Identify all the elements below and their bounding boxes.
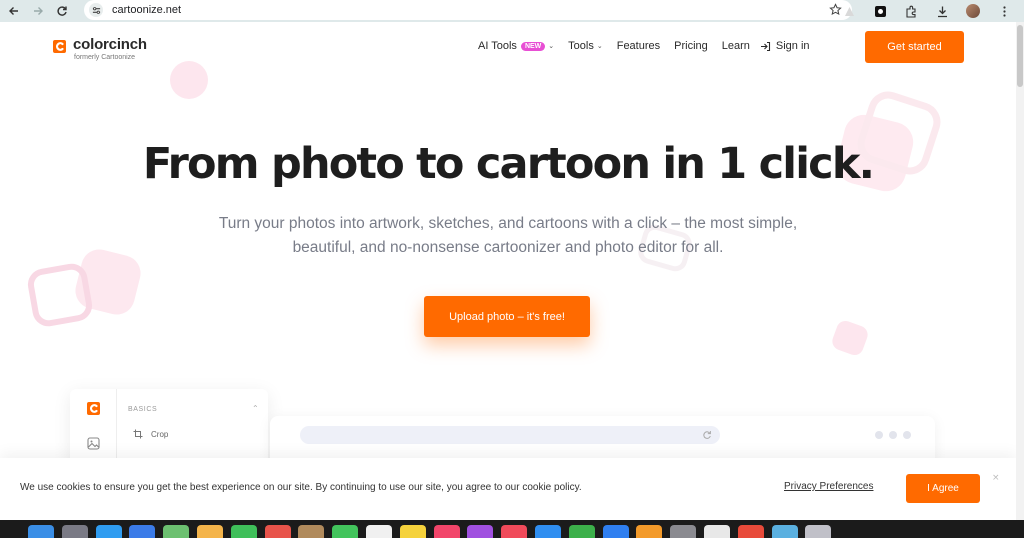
- nav-signin[interactable]: Sign in: [760, 40, 810, 52]
- get-started-button[interactable]: Get started: [865, 31, 964, 63]
- editor-toolbar-bar: [300, 426, 720, 444]
- scrollbar-thumb[interactable]: [1017, 25, 1023, 87]
- crop-icon: [133, 429, 143, 439]
- dock-app-chrome-icon[interactable]: [737, 525, 764, 538]
- close-icon[interactable]: ×: [992, 473, 1000, 483]
- forward-button[interactable]: [28, 2, 48, 20]
- dock-app-music-icon[interactable]: [433, 525, 460, 538]
- main-nav: AI Tools NEW ⌄ Tools ⌄ Features Pricing …: [478, 40, 824, 52]
- download-icon[interactable]: [931, 0, 953, 22]
- extension-triangle-icon[interactable]: [838, 0, 860, 22]
- dock-app-messages-icon[interactable]: [332, 525, 359, 538]
- decor-circle: [170, 61, 208, 99]
- dock-app-textedit-icon[interactable]: [703, 525, 730, 538]
- logo-subtitle: formerly Cartoonize: [74, 54, 136, 61]
- logo-name: colorcinch: [73, 36, 147, 53]
- dock-app-keynote-icon[interactable]: [602, 525, 629, 538]
- window-dots: [869, 431, 911, 439]
- decor-shape: [829, 318, 871, 358]
- nav-pricing[interactable]: Pricing: [674, 40, 708, 52]
- dock-app-safari-icon[interactable]: [95, 525, 122, 538]
- nav-learn[interactable]: Learn: [722, 40, 750, 52]
- decor-outline-square: [25, 261, 95, 329]
- colorcinch-logo-icon: [87, 402, 100, 415]
- site-info-icon[interactable]: [89, 3, 103, 17]
- dock-app-launchpad-icon[interactable]: [61, 525, 88, 538]
- agree-button[interactable]: I Agree: [906, 474, 980, 503]
- dock-app-system-settings-icon[interactable]: [670, 525, 697, 538]
- cookie-message: We use cookies to ensure you get the bes…: [20, 482, 582, 493]
- nav-tools[interactable]: Tools ⌄: [568, 40, 603, 52]
- nav-ai-tools[interactable]: AI Tools NEW ⌄: [478, 40, 554, 52]
- hero-subtitle: Turn your photos into artwork, sketches,…: [218, 215, 798, 256]
- crop-tool[interactable]: Crop: [133, 429, 168, 439]
- dock-app-podcasts-icon[interactable]: [467, 525, 494, 538]
- forward-arrow-icon: [34, 7, 43, 15]
- dock-app-photos-icon[interactable]: [196, 525, 223, 538]
- dock-app-news-icon[interactable]: [501, 525, 528, 538]
- dock-app-app-store-icon[interactable]: [534, 525, 561, 538]
- dock-app-reminders-icon[interactable]: [365, 525, 392, 538]
- nav-tools-label: Tools: [568, 40, 594, 52]
- macos-dock: [0, 520, 1024, 538]
- back-arrow-icon: [9, 7, 18, 15]
- dock-app-facetime-icon[interactable]: [230, 525, 257, 538]
- colorcinch-logo-icon: [53, 40, 66, 53]
- extensions-puzzle-icon[interactable]: [900, 0, 922, 22]
- dock-app-calendar-icon[interactable]: [264, 525, 291, 538]
- dock-app-maps-icon[interactable]: [163, 525, 190, 538]
- nav-pricing-label: Pricing: [674, 40, 708, 52]
- dock-app-finder-icon[interactable]: [28, 525, 54, 538]
- profile-avatar[interactable]: [962, 0, 984, 22]
- nav-learn-label: Learn: [721, 40, 750, 52]
- new-badge: NEW: [520, 41, 546, 51]
- dock-app-contacts-icon[interactable]: [298, 525, 325, 538]
- address-bar[interactable]: cartoonize.net: [84, 0, 852, 20]
- nav-features-label: Features: [616, 40, 661, 52]
- dock-app-pages-icon[interactable]: [636, 525, 663, 538]
- dock-app-trash-icon[interactable]: [805, 525, 832, 538]
- crop-label: Crop: [151, 429, 169, 439]
- basics-section-label: BASICS: [128, 406, 158, 413]
- page-scrollbar[interactable]: [1016, 22, 1024, 520]
- dock-app-numbers-icon[interactable]: [568, 525, 595, 538]
- reload-icon: [57, 6, 67, 16]
- chevron-up-icon[interactable]: ⌃: [252, 404, 259, 413]
- back-button[interactable]: [4, 2, 24, 20]
- chevron-down-icon: ⌄: [548, 43, 555, 50]
- extension-camera-icon[interactable]: [869, 0, 891, 22]
- nav-features[interactable]: Features: [617, 40, 660, 52]
- image-icon[interactable]: [87, 437, 100, 450]
- url-text: cartoonize.net: [112, 4, 182, 16]
- cookie-banner: We use cookies to ensure you get the bes…: [0, 458, 1016, 520]
- reload-button[interactable]: [52, 2, 72, 20]
- sign-in-icon: [760, 41, 770, 51]
- dock-app-notes-icon[interactable]: [399, 525, 426, 538]
- avatar: [966, 4, 980, 18]
- browser-extensions: [838, 0, 1024, 22]
- hero-title: From photo to cartoon in 1 click.: [142, 139, 875, 189]
- dock-app-mail-icon[interactable]: [129, 525, 156, 538]
- upload-photo-button[interactable]: Upload photo – it's free!: [424, 296, 590, 337]
- brand-logo[interactable]: colorcinch formerly Cartoonize: [52, 36, 147, 62]
- browser-menu-icon[interactable]: [993, 0, 1015, 22]
- privacy-preferences-link[interactable]: Privacy Preferences: [784, 481, 873, 492]
- editor-rail: [70, 389, 117, 469]
- editor-sidebar-preview: BASICS ⌃ Crop: [70, 389, 268, 469]
- nav-signin-label: Sign in: [775, 40, 810, 52]
- chevron-down-icon: ⌄: [596, 43, 603, 50]
- dock-app-preview-icon[interactable]: [771, 525, 798, 538]
- nav-ai-tools-label: AI Tools: [478, 40, 517, 52]
- refresh-icon[interactable]: [702, 430, 712, 440]
